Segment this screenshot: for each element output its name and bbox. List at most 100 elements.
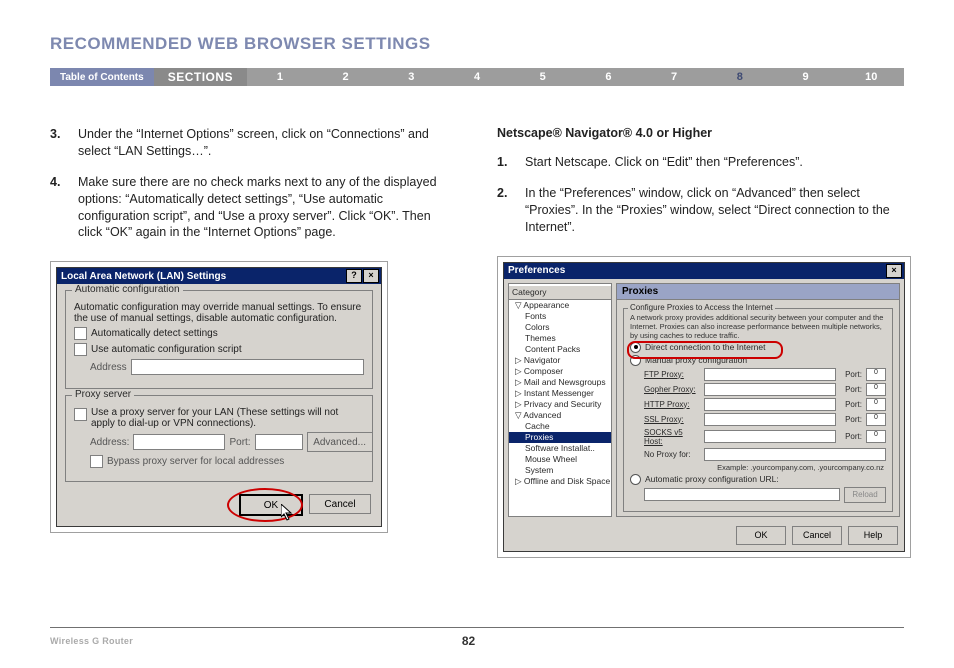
preferences-dialog: Preferences × Category ▽ AppearanceFonts… — [503, 262, 905, 552]
tree-item[interactable]: ▷ Mail and Newsgroups — [509, 377, 611, 388]
step-4-number: 4. — [50, 174, 68, 242]
proxy-port-input[interactable]: 0 — [866, 413, 886, 426]
proxy-port-input[interactable]: 0 — [866, 430, 886, 443]
script-address-input[interactable] — [131, 359, 364, 375]
use-script-label: Use automatic configuration script — [91, 344, 242, 355]
nav-item-2[interactable]: 2 — [313, 68, 379, 86]
lan-title: Local Area Network (LAN) Settings — [61, 271, 226, 282]
proxy-port-label: Port: — [840, 370, 862, 379]
tree-item[interactable]: ▽ Appearance — [509, 300, 611, 311]
lan-settings-screenshot: Local Area Network (LAN) Settings ? × Au… — [50, 261, 388, 533]
manual-proxy-label: Manual proxy configuration — [645, 355, 747, 365]
proxies-hint: A network proxy provides additional secu… — [630, 313, 886, 340]
advanced-button[interactable]: Advanced... — [307, 432, 373, 452]
footer-rule — [50, 627, 904, 628]
tree-item[interactable]: Mouse Wheel — [509, 454, 611, 465]
close-icon[interactable]: × — [886, 264, 902, 278]
step-1-number: 1. — [497, 154, 515, 171]
manual-proxy-radio[interactable] — [630, 355, 641, 366]
proxy-port-label: Port: — [840, 432, 862, 441]
nav-toc[interactable]: Table of Contents — [50, 68, 154, 86]
section-nav: Table of Contents SECTIONS 1 2 3 4 5 6 7… — [50, 68, 904, 86]
pref-titlebar: Preferences × — [504, 263, 904, 279]
proxy-host-input[interactable] — [704, 383, 836, 396]
preferences-screenshot: Preferences × Category ▽ AppearanceFonts… — [497, 256, 911, 558]
nav-item-4[interactable]: 4 — [444, 68, 510, 86]
nav-item-1[interactable]: 1 — [247, 68, 313, 86]
category-tree[interactable]: Category ▽ AppearanceFontsColorsThemesCo… — [508, 283, 612, 517]
tree-item[interactable]: Cache — [509, 421, 611, 432]
right-column: Netscape® Navigator® 4.0 or Higher 1. St… — [497, 126, 904, 558]
nav-item-10[interactable]: 10 — [838, 68, 904, 86]
detect-settings-checkbox[interactable] — [74, 327, 87, 340]
nav-item-3[interactable]: 3 — [378, 68, 444, 86]
proxy-port-input[interactable]: 0 — [866, 368, 886, 381]
proxy-address-label: Address: — [90, 437, 129, 448]
tree-item[interactable]: ▷ Composer — [509, 366, 611, 377]
proxy-port-label: Port: — [229, 437, 250, 448]
tree-item[interactable]: Fonts — [509, 311, 611, 322]
auto-config-legend: Automatic configuration — [72, 284, 183, 295]
tree-item[interactable]: ▷ Navigator — [509, 355, 611, 366]
proxy-row: FTP Proxy: Port: 0 — [644, 368, 886, 381]
tree-item[interactable]: ▽ Advanced — [509, 410, 611, 421]
pref-title: Preferences — [508, 265, 565, 276]
nav-sections-label: SECTIONS — [154, 68, 247, 86]
proxy-label: SOCKS v5 Host: — [644, 428, 700, 446]
proxy-port-input[interactable] — [255, 434, 303, 450]
nav-item-6[interactable]: 6 — [576, 68, 642, 86]
proxy-label: Gopher Proxy: — [644, 385, 700, 394]
close-icon[interactable]: × — [363, 269, 379, 283]
page-footer: Wireless G Router 82 — [50, 634, 904, 648]
tree-item[interactable]: Colors — [509, 322, 611, 333]
proxy-port-input[interactable]: 0 — [866, 383, 886, 396]
tree-item[interactable]: ▷ Instant Messenger — [509, 388, 611, 399]
proxy-host-input[interactable] — [704, 413, 836, 426]
proxy-label: SSL Proxy: — [644, 415, 700, 424]
proxy-address-input[interactable] — [133, 434, 225, 450]
proxy-host-input[interactable] — [704, 368, 836, 381]
tree-item[interactable]: System — [509, 465, 611, 476]
bypass-local-label: Bypass proxy server for local addresses — [107, 456, 284, 467]
auto-url-radio[interactable] — [630, 474, 641, 485]
nav-item-5[interactable]: 5 — [510, 68, 576, 86]
proxy-host-input[interactable] — [704, 398, 836, 411]
cancel-button[interactable]: Cancel — [792, 526, 842, 545]
direct-connection-radio[interactable] — [630, 342, 641, 353]
auto-url-input[interactable] — [644, 488, 840, 501]
help-button[interactable]: Help — [848, 526, 898, 545]
tree-item[interactable]: Themes — [509, 333, 611, 344]
tree-item[interactable]: Software Installat.. — [509, 443, 611, 454]
proxy-port-label: Port: — [840, 385, 862, 394]
use-script-checkbox[interactable] — [74, 343, 87, 356]
proxy-row: SOCKS v5 Host: Port: 0 — [644, 428, 886, 446]
proxy-legend: Proxy server — [72, 389, 134, 400]
direct-connection-label: Direct connection to the Internet — [645, 342, 766, 352]
proxy-port-input[interactable]: 0 — [866, 398, 886, 411]
no-proxy-input[interactable] — [704, 448, 886, 461]
netscape-subhead: Netscape® Navigator® 4.0 or Higher — [497, 126, 904, 140]
ok-button[interactable]: OK — [736, 526, 786, 545]
nav-item-8[interactable]: 8 — [707, 68, 773, 86]
step-2-number: 2. — [497, 185, 515, 236]
tree-item[interactable]: Proxies — [509, 432, 611, 443]
step-1-text: Start Netscape. Click on “Edit” then “Pr… — [525, 154, 803, 171]
proxy-host-input[interactable] — [704, 430, 836, 443]
nav-item-7[interactable]: 7 — [641, 68, 707, 86]
tree-item[interactable]: Content Packs — [509, 344, 611, 355]
nav-item-9[interactable]: 9 — [773, 68, 839, 86]
proxy-label: HTTP Proxy: — [644, 400, 700, 409]
lan-titlebar: Local Area Network (LAN) Settings ? × — [57, 268, 381, 284]
cancel-button[interactable]: Cancel — [309, 494, 371, 514]
use-proxy-checkbox[interactable] — [74, 408, 87, 421]
proxy-label: FTP Proxy: — [644, 370, 700, 379]
tree-item[interactable]: ▷ Privacy and Security — [509, 399, 611, 410]
step-3-text: Under the “Internet Options” screen, cli… — [78, 126, 457, 160]
tree-item[interactable]: ▷ Offline and Disk Space — [509, 476, 611, 487]
help-icon[interactable]: ? — [346, 269, 362, 283]
left-column: 3. Under the “Internet Options” screen, … — [50, 126, 457, 558]
document-page: RECOMMENDED WEB BROWSER SETTINGS Table o… — [0, 0, 954, 668]
auto-url-label: Automatic proxy configuration URL: — [645, 474, 779, 484]
reload-button[interactable]: Reload — [844, 487, 886, 503]
bypass-local-checkbox[interactable] — [90, 455, 103, 468]
